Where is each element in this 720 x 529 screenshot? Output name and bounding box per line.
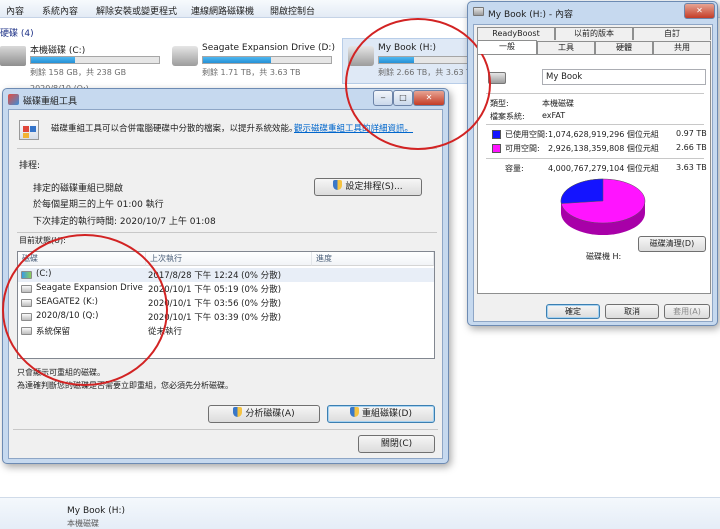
schedule-next-run: 下次排定的執行時間: 2020/10/7 上午 01:08 (33, 217, 216, 227)
tab-readyboost[interactable]: ReadyBoost (477, 27, 555, 40)
menu-map-network-drive[interactable]: 連線網路磁碟機 (191, 4, 254, 17)
tab-hardware[interactable]: 硬體 (595, 41, 653, 54)
tab-customize[interactable]: 自訂 (633, 27, 711, 40)
drive-c[interactable]: 本機磁碟 (C:) 剩餘 158 GB，共 238 GB (0, 40, 165, 82)
defrag-title: 磁碟重組工具 (23, 97, 78, 107)
properties-body: ReadyBoost 以前的版本 自訂 一般 工具 硬體 共用 My Book … (473, 24, 713, 322)
configure-schedule-button[interactable]: 設定排程(S)... (314, 178, 422, 196)
defrag-disk-label: 重組磁碟(D) (362, 409, 412, 419)
details-pane: My Book (H:) 本機磁碟 (0, 497, 720, 529)
volume-last-run: 2020/10/1 下午 05:19 (0% 分散) (148, 285, 282, 295)
properties-window: My Book (H:) - 內容 ✕ ReadyBoost 以前的版本 自訂 … (467, 1, 718, 326)
disk-usage-pie (560, 178, 646, 235)
volume-last-run: 2017/8/28 下午 12:24 (0% 分散) (148, 271, 282, 281)
volume-last-run: 2020/10/1 下午 03:39 (0% 分散) (148, 313, 282, 323)
filesystem-value: exFAT (542, 111, 566, 120)
defrag-description: 磁碟重組工具可以合併電腦硬碟中分散的檔案，以提升系統效能。 (51, 124, 298, 134)
volume-last-run: 2020/10/1 下午 03:56 (0% 分散) (148, 299, 282, 309)
details-drive-type: 本機磁碟 (67, 519, 99, 528)
drive-icon (0, 46, 26, 66)
drive-usage-bar (202, 56, 332, 64)
hard-disk-group-header[interactable]: 硬碟 (4) (0, 26, 34, 39)
pie-used-slice (560, 178, 604, 204)
tab-previous-versions[interactable]: 以前的版本 (555, 27, 633, 40)
apply-button[interactable]: 套用(A) (664, 304, 710, 319)
drive-name: Seagate Expansion Drive (D:) (202, 43, 335, 53)
menu-properties[interactable]: 內容 (6, 4, 24, 17)
capacity-bytes: 4,000,767,279,104 個位元組 (548, 164, 659, 173)
capacity-label: 容量: (505, 164, 524, 173)
drive-usage-bar (30, 56, 160, 64)
used-space-size: 0.97 TB (676, 129, 707, 138)
used-space-bytes: 1,074,628,919,296 個位元組 (548, 130, 659, 139)
divider (17, 232, 437, 233)
free-space-bytes: 2,926,138,359,808 個位元組 (548, 144, 659, 153)
cancel-button[interactable]: 取消 (605, 304, 659, 319)
free-space-swatch (492, 144, 501, 153)
disk-cleanup-button[interactable]: 磁碟清理(D) (638, 236, 706, 252)
drive-usage-fill (203, 57, 271, 63)
free-space-label: 可用空間: (505, 144, 540, 153)
general-tab-panel: My Book 類型: 本機磁碟 檔案系統: exFAT 已使用空間: 1,07… (477, 54, 711, 294)
schedule-frequency: 於每個星期三的上午 01:00 執行 (33, 200, 164, 210)
divider (13, 429, 438, 430)
properties-title: My Book (H:) - 內容 (488, 10, 574, 20)
column-last-run[interactable]: 上次執行 (146, 252, 312, 266)
divider (486, 93, 704, 94)
menu-system-properties[interactable]: 系統內容 (42, 4, 78, 17)
tab-tools[interactable]: 工具 (537, 41, 595, 54)
defrag-block-blue (30, 126, 36, 132)
drive-icon (172, 46, 198, 66)
schedule-status: 排定的磁碟重組已開啟 (33, 184, 124, 194)
uac-shield-icon (233, 407, 243, 417)
type-label: 類型: (490, 99, 509, 108)
uac-shield-icon (350, 407, 360, 417)
tab-general[interactable]: 一般 (477, 40, 537, 54)
free-space-size: 2.66 TB (676, 143, 707, 152)
used-space-label: 已使用空間: (505, 130, 548, 139)
capacity-size: 3.63 TB (676, 163, 707, 172)
divider (17, 148, 437, 149)
drive-free-space: 剩餘 158 GB，共 238 GB (30, 68, 127, 77)
uac-shield-icon (333, 180, 343, 190)
annotation-circle (345, 18, 491, 150)
defrag-app-icon (8, 94, 19, 105)
volume-label-input[interactable]: My Book (542, 69, 706, 85)
schedule-label: 排程: (19, 161, 41, 171)
annotation-circle (2, 234, 168, 386)
analyze-disk-label: 分析磁碟(A) (245, 409, 295, 419)
divider (486, 158, 704, 159)
note-analyze-first: 為達確判斷您的磁碟是否需要立即重組，您必須先分析磁碟。 (17, 381, 233, 390)
volume-last-run: 從未執行 (148, 327, 183, 337)
menu-open-control-panel[interactable]: 開啟控制台 (270, 4, 315, 17)
menu-uninstall-program[interactable]: 解除安裝或變更程式 (96, 4, 177, 17)
type-value: 本機磁碟 (542, 99, 574, 108)
details-drive-name: My Book (H:) (67, 506, 126, 516)
defrag-block-yellow (23, 133, 29, 138)
disk-letter-label: 磁碟機 H: (586, 252, 622, 261)
drive-title-icon (473, 7, 484, 16)
drive-d[interactable]: Seagate Expansion Drive (D:) 剩餘 1.71 TB，… (172, 40, 337, 82)
used-space-swatch (492, 130, 501, 139)
configure-schedule-label: 設定排程(S)... (345, 182, 403, 192)
close-window-button[interactable]: ✕ (684, 3, 715, 19)
drive-free-space: 剩餘 1.71 TB，共 3.63 TB (202, 68, 301, 77)
ok-button[interactable]: 確定 (546, 304, 600, 319)
defrag-disk-button[interactable]: 重組磁碟(D) (327, 405, 435, 423)
column-progress[interactable]: 進度 (312, 252, 434, 266)
analyze-disk-button[interactable]: 分析磁碟(A) (208, 405, 320, 423)
defrag-doc-icon (19, 120, 39, 140)
divider (486, 124, 704, 125)
close-button[interactable]: 關閉(C) (358, 435, 435, 453)
filesystem-label: 檔案系統: (490, 112, 525, 121)
drive-usage-fill (31, 57, 75, 63)
tab-sharing[interactable]: 共用 (653, 41, 711, 54)
drive-name: 本機磁碟 (C:) (30, 46, 86, 56)
defrag-block-red (23, 126, 29, 132)
